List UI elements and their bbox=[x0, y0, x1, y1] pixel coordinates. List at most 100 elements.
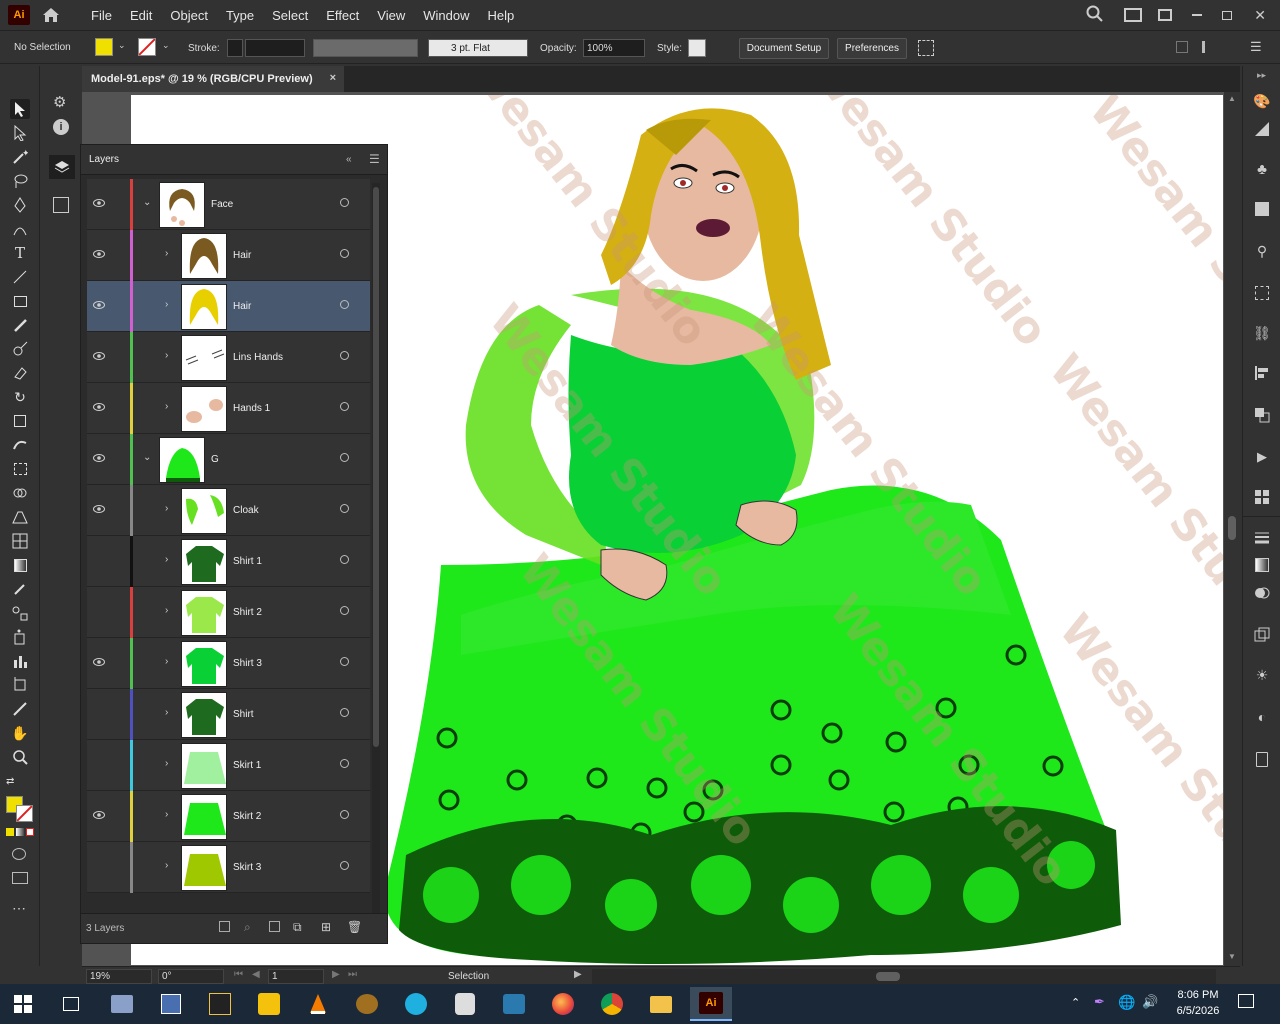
visibility-toggle[interactable] bbox=[93, 758, 105, 770]
document-setup-button[interactable]: Document Setup bbox=[739, 38, 829, 59]
home-icon[interactable] bbox=[40, 5, 62, 25]
chevron-right-icon[interactable]: › bbox=[165, 605, 168, 616]
status-menu-icon[interactable]: ▶ bbox=[574, 969, 582, 980]
network-icon[interactable]: 🌐 bbox=[1118, 994, 1135, 1011]
layer-row[interactable]: › Skirt 2 bbox=[87, 791, 370, 842]
target-circle-icon[interactable] bbox=[340, 810, 349, 819]
transform-panel-icon[interactable] bbox=[1253, 284, 1271, 302]
direct-selection-tool-icon[interactable] bbox=[10, 123, 30, 143]
chevron-right-icon[interactable]: › bbox=[165, 707, 168, 718]
rotation-select[interactable]: 0° bbox=[158, 969, 224, 984]
taskbar-app-icon[interactable] bbox=[450, 990, 480, 1018]
actions-icon[interactable]: ▶ bbox=[1253, 448, 1271, 466]
scroll-up-icon[interactable]: ▲ bbox=[1228, 94, 1236, 103]
magic-wand-tool-icon[interactable]: ✦ bbox=[10, 147, 30, 167]
close-tab-icon[interactable]: × bbox=[330, 72, 336, 84]
taskbar-app-icon[interactable] bbox=[352, 990, 382, 1018]
clock-date[interactable]: 6/5/2026 bbox=[1170, 1005, 1226, 1017]
app-logo[interactable]: Ai bbox=[8, 5, 30, 25]
chevron-right-icon[interactable]: › bbox=[165, 503, 168, 514]
panel-menu-icon[interactable]: ☰ bbox=[369, 152, 380, 166]
previous-artboard-icon[interactable]: ◀ bbox=[252, 969, 260, 980]
line-tool-icon[interactable] bbox=[10, 267, 30, 287]
panel-menu-icon[interactable]: ☰ bbox=[1250, 39, 1262, 55]
menu-object[interactable]: Object bbox=[161, 8, 217, 23]
visibility-eye-icon[interactable] bbox=[93, 503, 105, 515]
stroke-swatch[interactable] bbox=[138, 38, 156, 56]
first-artboard-icon[interactable]: ⏮ bbox=[234, 969, 243, 980]
pen-tool-icon[interactable] bbox=[10, 195, 30, 215]
visibility-eye-icon[interactable] bbox=[93, 452, 105, 464]
more-tools-icon[interactable]: ⋯ bbox=[12, 900, 26, 917]
chevron-right-icon[interactable]: › bbox=[165, 758, 168, 769]
layer-row[interactable]: ⌄ Face bbox=[87, 179, 370, 230]
visibility-eye-icon[interactable] bbox=[93, 197, 105, 209]
delete-layer-icon[interactable]: 🗑 bbox=[347, 920, 362, 934]
layer-row[interactable]: › Shirt 2 bbox=[87, 587, 370, 638]
links-icon[interactable]: ⛓ bbox=[1253, 324, 1271, 342]
column-graph-tool-icon[interactable] bbox=[10, 651, 30, 671]
fill-stroke-swap-icon[interactable]: ⇄ bbox=[6, 776, 14, 787]
visibility-eye-icon[interactable] bbox=[93, 299, 105, 311]
layer-row[interactable]: › Hair bbox=[87, 230, 370, 281]
color-panel-icon[interactable]: 🎨 bbox=[1253, 92, 1271, 110]
layer-row[interactable]: › Shirt 1 bbox=[87, 536, 370, 587]
free-transform-tool-icon[interactable] bbox=[10, 459, 30, 479]
color-mode-icons[interactable] bbox=[6, 828, 34, 837]
chevron-right-icon[interactable]: › bbox=[165, 860, 168, 871]
chevron-right-icon[interactable]: › bbox=[165, 656, 168, 667]
artboards-icon[interactable] bbox=[1253, 488, 1271, 506]
illustrator-taskbar-icon[interactable]: Ai bbox=[690, 987, 732, 1021]
arrange-documents-icon[interactable] bbox=[1158, 9, 1173, 21]
gradient-tool-icon[interactable] bbox=[10, 555, 30, 575]
chevron-right-icon[interactable]: › bbox=[165, 350, 168, 361]
chevron-down-icon[interactable]: ⌄ bbox=[143, 197, 151, 208]
target-circle-icon[interactable] bbox=[340, 504, 349, 513]
layer-row[interactable]: › Shirt 3 bbox=[87, 638, 370, 689]
image-trace-icon[interactable]: ◐ bbox=[1253, 708, 1271, 726]
eyedropper-tool-icon[interactable] bbox=[10, 579, 30, 599]
swatches-icon[interactable]: ♣ bbox=[1253, 160, 1271, 178]
target-circle-icon[interactable] bbox=[340, 198, 349, 207]
restore-icon[interactable] bbox=[1222, 10, 1233, 20]
visibility-eye-icon[interactable] bbox=[93, 401, 105, 413]
target-circle-icon[interactable] bbox=[340, 708, 349, 717]
taskbar-app-icon[interactable] bbox=[205, 990, 235, 1018]
zoom-level-select[interactable]: 19% bbox=[86, 969, 152, 984]
type-tool-icon[interactable]: T bbox=[10, 243, 30, 263]
blend-tool-icon[interactable] bbox=[10, 603, 30, 623]
visibility-toggle[interactable] bbox=[93, 554, 105, 566]
paintbrush-tool-icon[interactable] bbox=[10, 315, 30, 335]
taskbar-app-icon[interactable] bbox=[156, 990, 186, 1018]
layer-row[interactable]: › Hands 1 bbox=[87, 383, 370, 434]
shape-builder-tool-icon[interactable] bbox=[10, 483, 30, 503]
layer-row[interactable]: ⌄ G bbox=[87, 434, 370, 485]
menu-select[interactable]: Select bbox=[263, 8, 317, 23]
chevron-down-icon[interactable]: ⌄ bbox=[143, 452, 151, 463]
vertical-scrollbar[interactable]: ▲ ▼ bbox=[1224, 92, 1240, 966]
volume-icon[interactable]: 🔊 bbox=[1142, 994, 1158, 1010]
horizontal-scrollbar[interactable] bbox=[592, 969, 1216, 984]
visibility-toggle[interactable] bbox=[93, 605, 105, 617]
target-circle-icon[interactable] bbox=[340, 861, 349, 870]
scroll-down-icon[interactable]: ▼ bbox=[1228, 952, 1236, 961]
eraser-tool-icon[interactable] bbox=[10, 363, 30, 383]
collapse-panel-icon[interactable]: « bbox=[346, 154, 352, 165]
taskbar-app-icon[interactable] bbox=[499, 990, 529, 1018]
vlc-icon[interactable] bbox=[303, 990, 333, 1018]
align-icon[interactable] bbox=[1176, 41, 1188, 53]
selection-tool-icon[interactable] bbox=[10, 99, 30, 119]
workspace-switcher-icon[interactable] bbox=[1124, 8, 1143, 22]
show-hidden-icons-icon[interactable]: ⌃ bbox=[1071, 996, 1080, 1009]
target-circle-icon[interactable] bbox=[340, 402, 349, 411]
symbol-sprayer-tool-icon[interactable] bbox=[10, 627, 30, 647]
symbols-icon[interactable]: ⚲ bbox=[1253, 242, 1271, 260]
layer-row[interactable]: › Skirt 1 bbox=[87, 740, 370, 791]
artboard-number-select[interactable]: 1 bbox=[268, 969, 324, 984]
graphic-styles-icon[interactable]: ☀ bbox=[1253, 666, 1271, 684]
layers-panel-title[interactable]: Layers bbox=[89, 154, 119, 165]
stroke-panel-icon[interactable] bbox=[1253, 528, 1271, 546]
target-circle-icon[interactable] bbox=[340, 351, 349, 360]
clipping-mask-icon[interactable] bbox=[269, 921, 280, 932]
more-panels-icon[interactable]: ▸▸ bbox=[1257, 70, 1266, 81]
